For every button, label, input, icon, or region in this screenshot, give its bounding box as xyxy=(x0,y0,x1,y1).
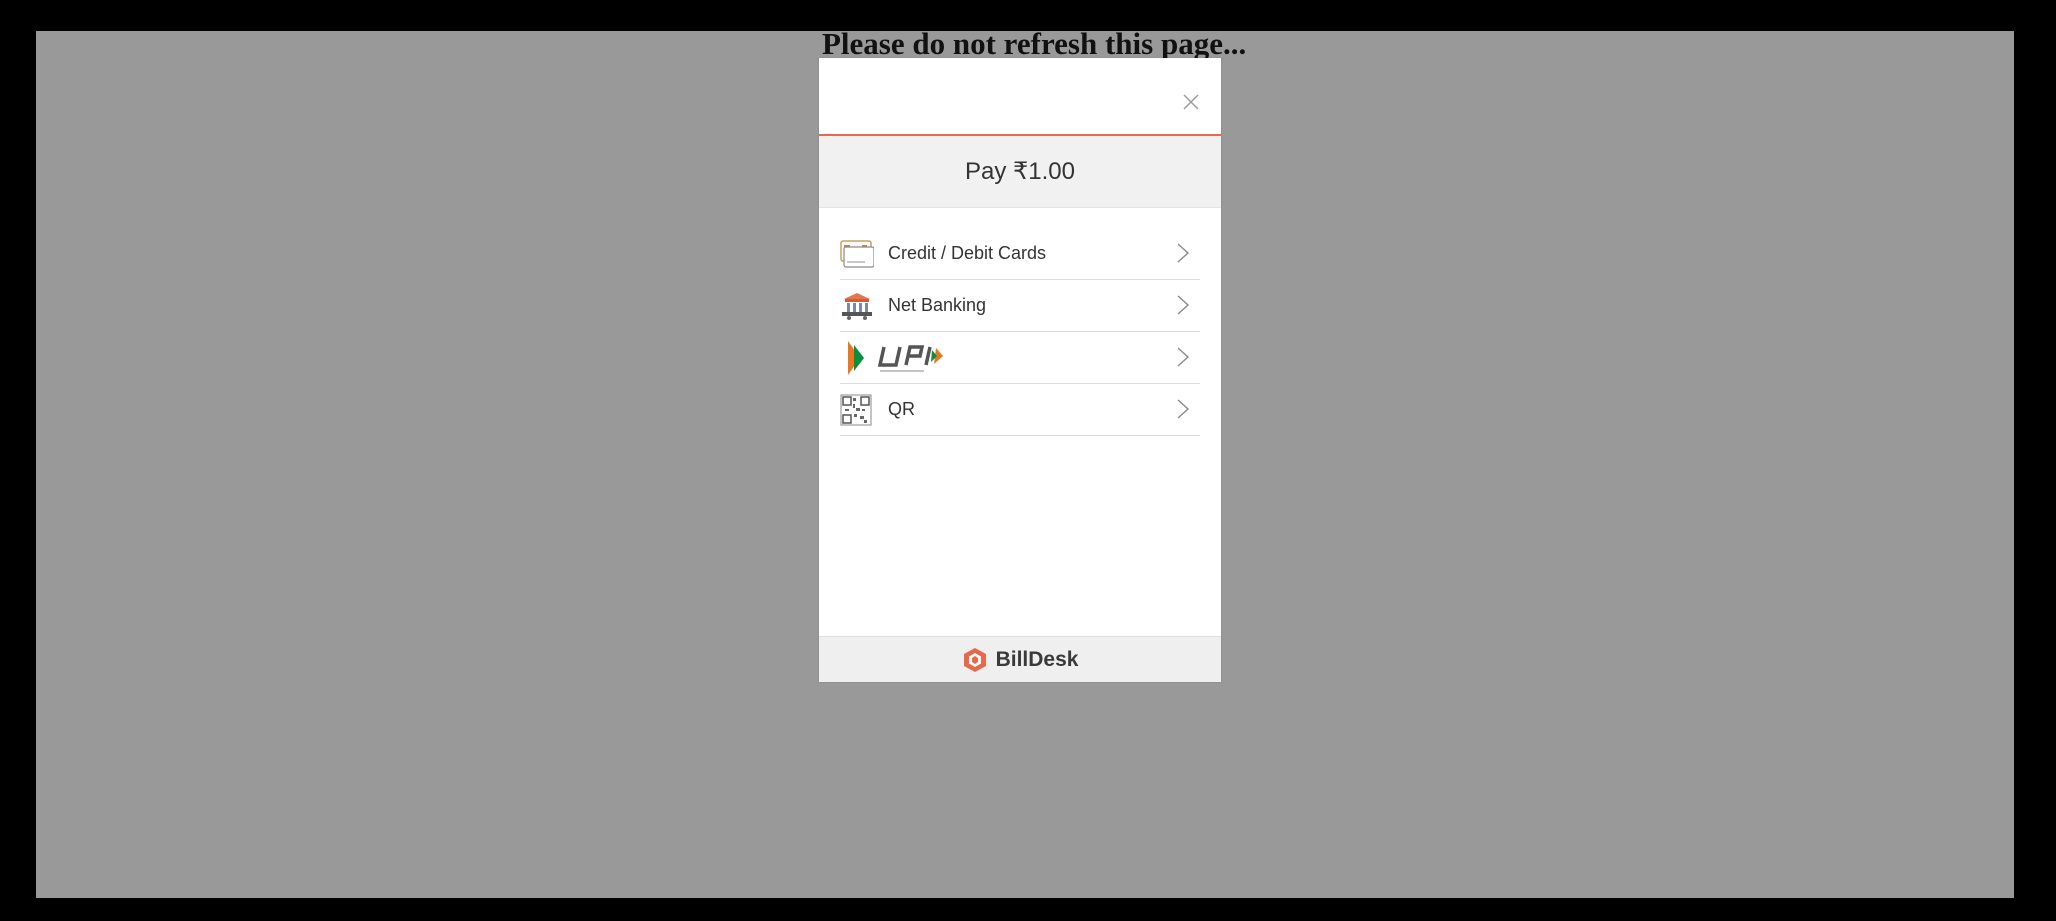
option-net-banking[interactable]: Net Banking xyxy=(840,280,1200,332)
payment-modal: Pay ₹1.00 Credit / Debit Cards Net Banki… xyxy=(819,58,1221,682)
card-icon xyxy=(840,237,874,271)
bank-icon xyxy=(840,289,874,323)
pay-amount: Pay ₹1.00 xyxy=(819,136,1221,208)
option-upi[interactable] xyxy=(840,332,1200,384)
option-label: Net Banking xyxy=(888,295,987,315)
chevron-right-icon xyxy=(1177,295,1190,315)
chevron-right-icon xyxy=(1177,399,1190,419)
billdesk-logo: BillDesk xyxy=(962,647,1079,673)
chevron-right-icon xyxy=(1177,243,1190,263)
qr-code-icon xyxy=(840,393,874,427)
close-icon[interactable] xyxy=(1181,92,1201,112)
billdesk-hexagon-icon xyxy=(963,647,986,672)
page-background: Please do not refresh this page... Pay ₹… xyxy=(36,31,2014,898)
option-credit-debit-cards[interactable]: Credit / Debit Cards xyxy=(840,228,1200,280)
option-label: QR xyxy=(888,399,915,419)
modal-footer: BillDesk xyxy=(819,636,1221,682)
chevron-right-icon xyxy=(1177,347,1190,367)
modal-header xyxy=(819,58,1221,136)
brand-name: BillDesk xyxy=(995,647,1079,671)
option-label: Credit / Debit Cards xyxy=(888,243,1047,263)
payment-options-list: Credit / Debit Cards Net Banking QR xyxy=(840,228,1200,436)
upi-logo-icon xyxy=(840,340,952,375)
option-qr[interactable]: QR xyxy=(840,384,1200,436)
